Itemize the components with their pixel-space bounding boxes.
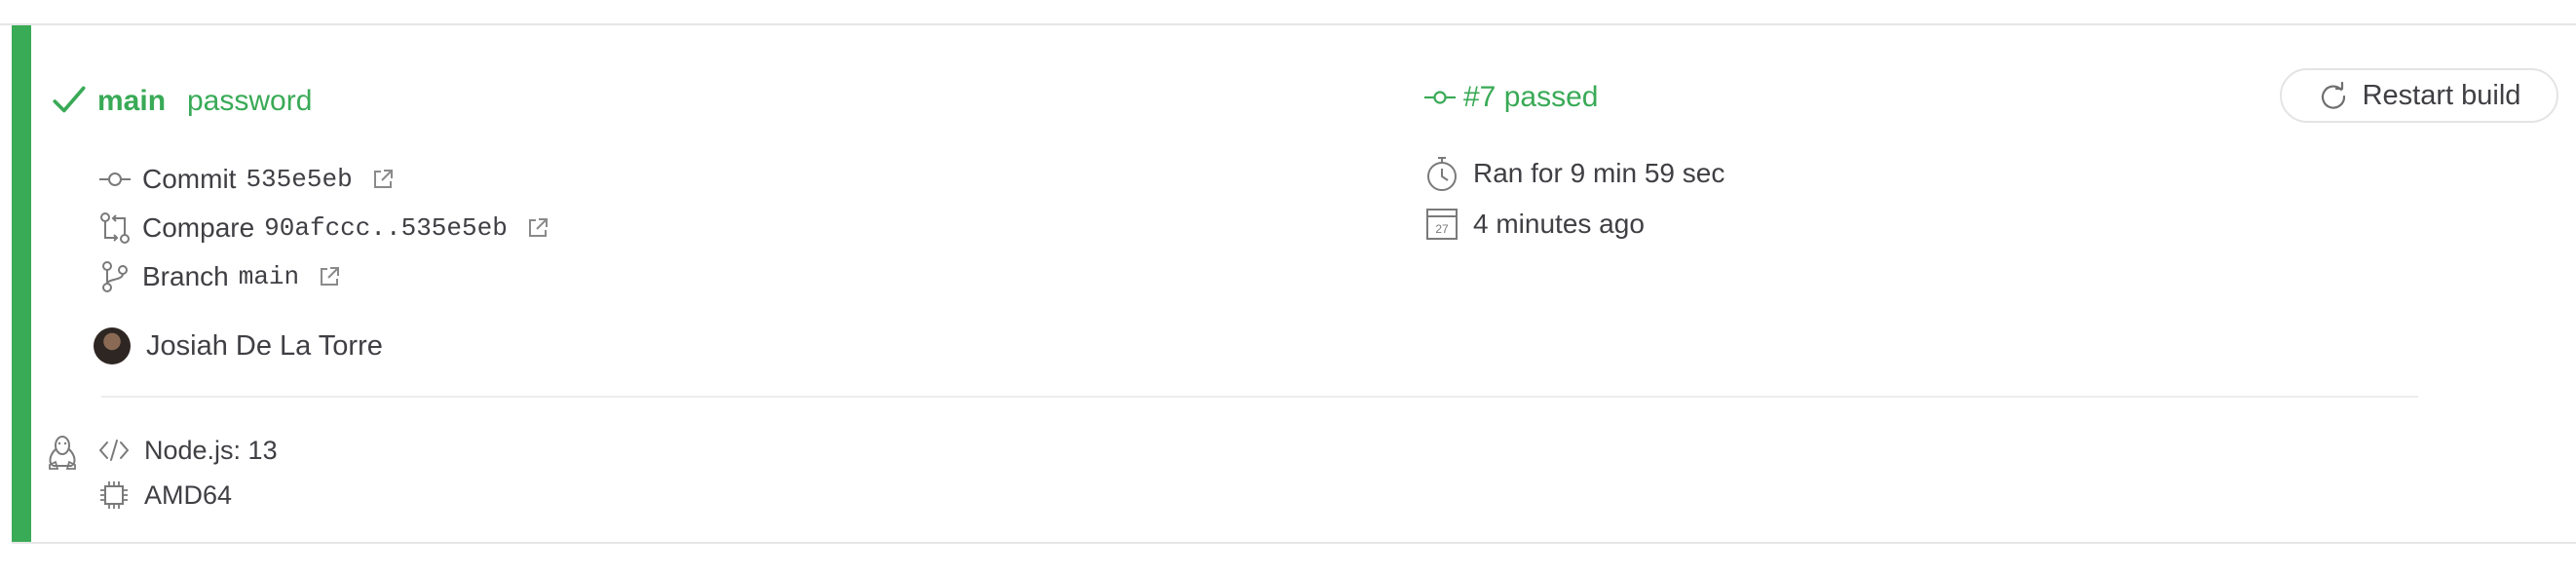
language-text: Node.js: 13 [144,435,278,465]
compare-range-link[interactable]: 90afccc..535e5eb [264,213,508,243]
restart-build-label[interactable]: Restart build [2363,80,2521,112]
finished-text: 4 minutes ago [1473,209,1645,239]
arch-row: AMD64 [97,474,232,517]
duration-row: Ran for 9 min 59 sec [1422,152,1724,195]
cpu-icon [100,481,128,509]
svg-text:27: 27 [1435,222,1449,236]
build-summary-card: main password Commit 535e5eb Compare 90a… [12,25,2576,544]
restart-build-button[interactable]: Restart build [2280,68,2558,123]
commit-icon [99,172,131,186]
build-number[interactable]: #7 passed [1422,80,1598,115]
calendar-icon: 27 [1426,209,1458,240]
branch-name[interactable]: main [97,82,166,121]
check-icon [53,86,86,113]
compare-icon [100,212,130,244]
external-link-icon[interactable] [317,264,342,289]
linux-icon [49,436,76,470]
commit-row: Commit 535e5eb [97,158,396,201]
build-number-text[interactable]: #7 passed [1463,81,1598,114]
avatar [94,327,131,364]
author: Josiah De La Torre [94,327,383,364]
finished-row: 27 4 minutes ago [1422,203,1645,246]
compare-row: Compare 90afccc..535e5eb [97,207,550,249]
branch-row: Branch main [97,255,342,298]
restart-icon [2321,81,2345,109]
external-link-icon[interactable] [525,215,550,241]
arch-text: AMD64 [144,479,233,510]
commit-label: Commit [142,164,237,194]
branch-value-link[interactable]: main [239,262,299,291]
author-name: Josiah De La Torre [146,329,383,362]
language-row: Node.js: 13 [97,429,278,472]
code-icon [99,440,129,461]
status-stripe [12,25,31,542]
duration-text: Ran for 9 min 59 sec [1473,158,1725,188]
commit-icon [1424,91,1456,104]
branch-icon [102,261,128,292]
section-divider [101,396,2418,398]
branch-label: Branch [142,261,229,291]
commit-message: password [187,85,313,117]
external-link-icon[interactable] [370,167,396,192]
commit-sha-link[interactable]: 535e5eb [246,165,352,194]
compare-label: Compare [142,212,255,243]
stopwatch-icon [1427,157,1457,191]
